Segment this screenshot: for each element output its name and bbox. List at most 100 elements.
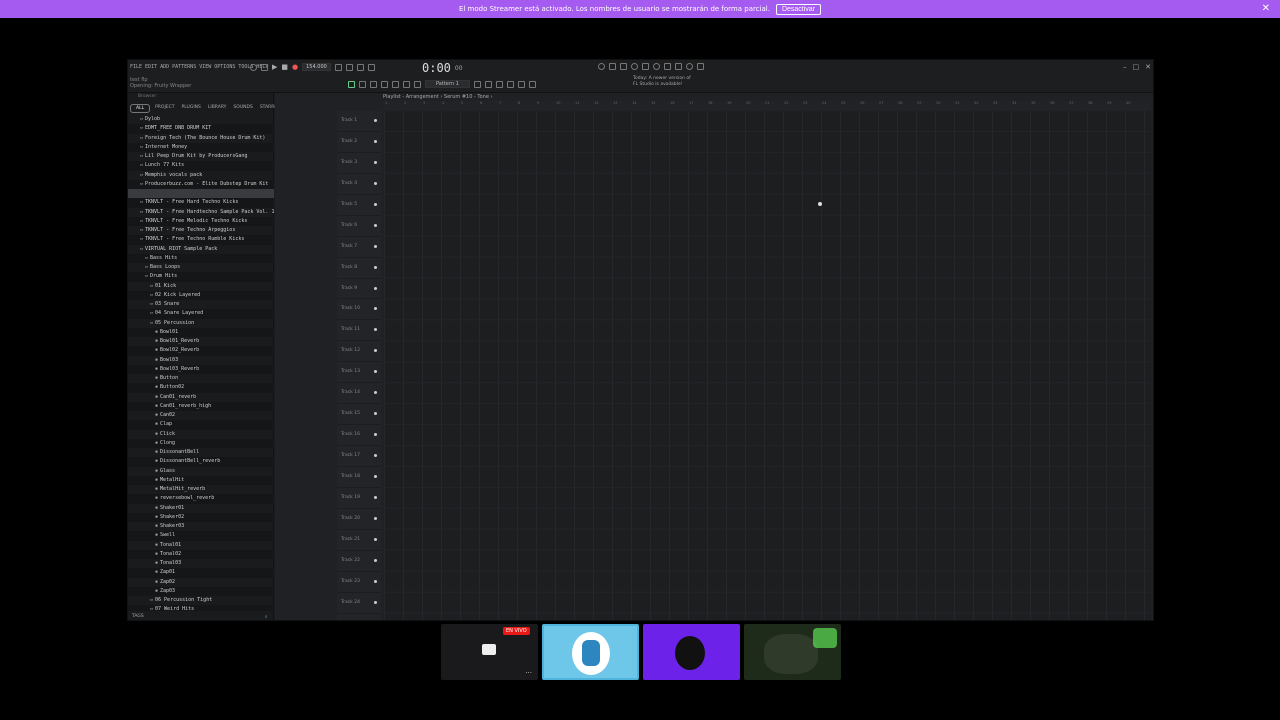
- browser-folder-item[interactable]: ▭ Memphis vocals pack: [128, 171, 274, 180]
- pattern-selector[interactable]: Pattern 1: [425, 80, 470, 88]
- track-header[interactable]: Track 17: [337, 446, 381, 467]
- settings-icon[interactable]: [642, 63, 649, 70]
- close-icon[interactable]: ✕: [1145, 63, 1151, 71]
- browser-folder-item[interactable]: ▭ 03 Snare: [128, 300, 274, 309]
- browser-folder-item[interactable]: ▭ Internet Money: [128, 142, 274, 152]
- track-header[interactable]: Track 19: [337, 488, 381, 509]
- browser-file-item[interactable]: ▪ Clap: [128, 420, 274, 430]
- help-icon[interactable]: [653, 63, 660, 70]
- wait-input-icon[interactable]: [345, 63, 353, 71]
- chat-icon[interactable]: [686, 63, 693, 70]
- stamp-icon[interactable]: [392, 80, 399, 88]
- track-mute-led[interactable]: [374, 600, 377, 604]
- playlist-icon[interactable]: [506, 80, 514, 88]
- track-header[interactable]: Track 22: [337, 551, 381, 572]
- timeline-ruler[interactable]: 1 2 3 4 5 6 7 8 9 10 11 12 13 14 15 16 17 18 19 20 21 22 23 24 2…: [384, 101, 1151, 111]
- track-mute-led[interactable]: [374, 579, 377, 583]
- track-header[interactable]: Track 2: [337, 132, 381, 153]
- browser-tab-project[interactable]: PROJECT: [153, 104, 176, 113]
- track-mute-led[interactable]: [374, 139, 377, 143]
- browser-file-item[interactable]: ▪ Zap02: [128, 578, 274, 587]
- mic-icon[interactable]: [631, 63, 638, 70]
- track-mute-led[interactable]: [374, 537, 377, 541]
- track-header[interactable]: Track 3: [337, 153, 381, 174]
- browser-file-item[interactable]: ▪ Tonal02: [128, 549, 274, 559]
- arrangement-grid[interactable]: [384, 111, 1151, 620]
- piano-roll-icon[interactable]: [495, 80, 503, 88]
- track-mute-led[interactable]: [374, 391, 377, 395]
- browser-folder-item[interactable]: ▭ Drum Hits: [128, 272, 274, 282]
- track-mute-led[interactable]: [374, 244, 377, 248]
- track-mute-led[interactable]: [374, 223, 377, 227]
- track-header[interactable]: Track 14: [337, 383, 381, 405]
- stop-icon[interactable]: ■: [281, 63, 288, 71]
- track-header[interactable]: Track 18: [337, 467, 381, 488]
- browser-file-item[interactable]: ▪ Shaker02: [128, 512, 274, 522]
- track-header[interactable]: Track 16: [337, 425, 381, 446]
- participant-tile-avatar-bottle[interactable]: [542, 624, 639, 680]
- track-header[interactable]: Track 24: [337, 593, 381, 614]
- track-mute-led[interactable]: [374, 202, 377, 206]
- track-mute-led[interactable]: [374, 328, 377, 332]
- browser-folder-item[interactable]: ▭ 05 Percussion: [128, 319, 274, 328]
- browser-folder-item[interactable]: ▭ TKNVLT - Free Melodic Techno Kicks: [128, 216, 274, 226]
- track-header[interactable]: Track 11: [337, 320, 381, 342]
- browser-file-item[interactable]: ▪ reversebowl_reverb: [128, 494, 274, 504]
- track-mute-led[interactable]: [374, 265, 377, 269]
- browser-file-item[interactable]: ▪ Button02: [128, 383, 274, 393]
- browser-list[interactable]: ▭ Dylob ▭ EDMT_FREE DNB DRUM KIT ▭ Foreign Te…: [128, 115, 274, 611]
- news-panel[interactable]: Today: A newer version of FL Studio is a…: [633, 76, 691, 88]
- browser-file-item[interactable]: ▪ DissonantBell_reverb: [128, 457, 274, 467]
- minimize-icon[interactable]: –: [1123, 63, 1127, 71]
- browser-tab-all[interactable]: ALL: [130, 104, 151, 113]
- cut-icon[interactable]: [609, 63, 616, 70]
- browser-folder-item[interactable]: ▭ 02 Kick Layered: [128, 290, 274, 300]
- participant-tile-screen[interactable]: EN VIVO ···: [441, 624, 538, 680]
- browser-folder-item[interactable]: ▭ VIRTUAL RIOT Sample Pack: [128, 245, 274, 254]
- record-mode-icon[interactable]: [250, 63, 257, 71]
- browser-file-item[interactable]: ▪ Bowl02_Reverb: [128, 346, 274, 356]
- search-icon[interactable]: ⌕: [265, 614, 268, 620]
- snap-magnet-icon[interactable]: [348, 80, 355, 88]
- browser-folder-item[interactable]: ▭ Foreign Tech (The Bounce House Drum Kit…: [128, 134, 274, 143]
- browser-folder-item[interactable]: ▭ 01 Kick: [128, 282, 274, 291]
- cpu-icon[interactable]: [598, 63, 605, 70]
- pattern-song-toggle-icon[interactable]: [261, 63, 268, 71]
- track-header[interactable]: Track 23: [337, 572, 381, 593]
- track-header[interactable]: Track 4: [337, 174, 381, 195]
- track-mute-led[interactable]: [374, 349, 377, 353]
- browser-folder-item[interactable]: ▭ Bass Loops: [128, 263, 274, 272]
- more-icon[interactable]: ···: [525, 669, 532, 677]
- browser-file-item[interactable]: ▪ Can01_reverb_high: [128, 401, 274, 411]
- track-header[interactable]: Track 9: [337, 279, 381, 300]
- menu-item-patterns[interactable]: PATTERNS: [172, 64, 196, 70]
- track-header[interactable]: Track 20: [337, 509, 381, 530]
- track-header[interactable]: Track 12: [337, 341, 381, 363]
- track-mute-led[interactable]: [374, 474, 377, 478]
- track-mute-led[interactable]: [374, 160, 377, 164]
- browser-folder-item[interactable]: ▭ 04 Snare Layered: [128, 309, 274, 319]
- browser-folder-item[interactable]: ▭ Lunch 77 Kits: [128, 161, 274, 171]
- tempo-display[interactable]: 154.000: [302, 63, 331, 71]
- browser-file-item[interactable]: ▪ Swell: [128, 531, 274, 541]
- browser-tab-sounds[interactable]: SOUNDS: [231, 104, 254, 113]
- browser-file-item[interactable]: ▪ DissonantBell: [128, 448, 274, 457]
- browser-folder-item[interactable]: ▭ TKNVLT - Free Techno Rumble Kicks: [128, 235, 274, 245]
- track-header[interactable]: Track 6: [337, 216, 381, 237]
- arrow-icon[interactable]: [414, 80, 421, 88]
- menu-item-view[interactable]: VIEW: [199, 64, 211, 70]
- browser-file-item[interactable]: ▪ Bowl01_Reverb: [128, 337, 274, 346]
- browser-file-item[interactable]: ▪ Button: [128, 374, 274, 383]
- tags-label[interactable]: TAGS: [132, 614, 144, 619]
- track-mute-led[interactable]: [374, 433, 377, 437]
- browser-tab-plugins[interactable]: PLUGINS: [180, 104, 203, 113]
- menu-item-add[interactable]: ADD: [160, 64, 169, 70]
- participant-tile-avatar-purple[interactable]: [643, 624, 740, 680]
- menu-item-file[interactable]: FILE: [130, 64, 142, 70]
- track-mute-led[interactable]: [374, 307, 377, 311]
- brush-icon[interactable]: [370, 80, 377, 88]
- snap-icon[interactable]: [620, 63, 627, 70]
- browser-file-item[interactable]: ▪ Can01_reverb: [128, 393, 274, 402]
- browser-file-item[interactable]: ▪ Shaker01: [128, 504, 274, 513]
- browser-folder-item[interactable]: ▭ EDMT_FREE DNB DRUM KIT: [128, 124, 274, 134]
